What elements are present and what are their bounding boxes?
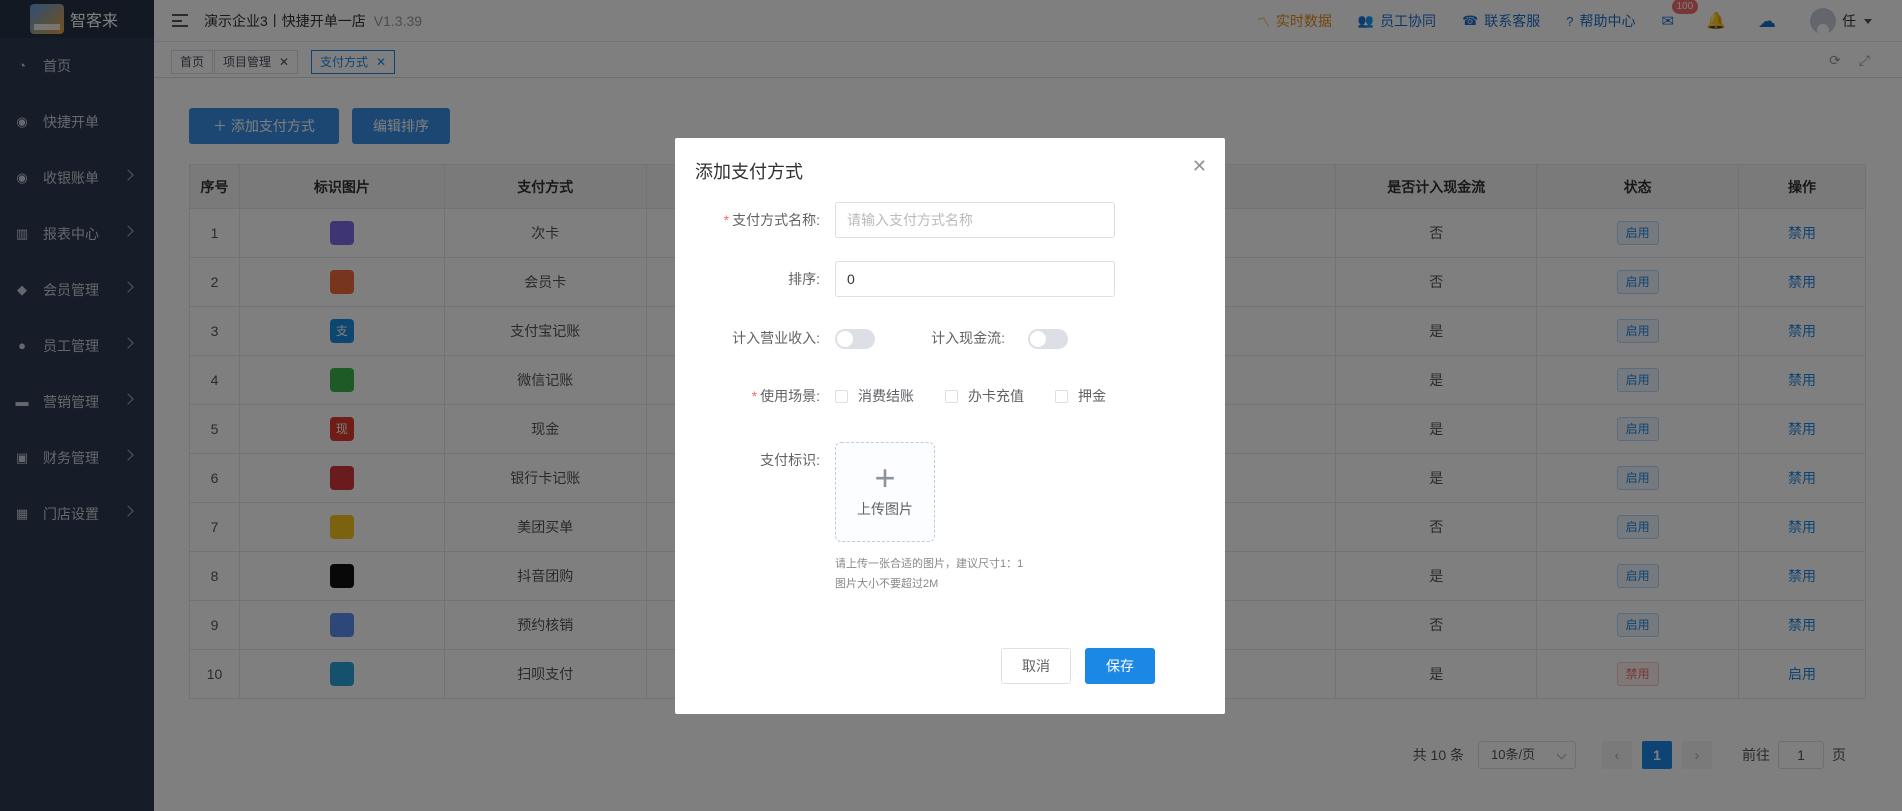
scene-checkbox-checkout[interactable]: 消费结账 <box>835 386 914 406</box>
scene-label: * 使用场景: <box>751 388 820 404</box>
upload-hint-limit: 图片大小不要超过2M <box>835 578 939 590</box>
dialog-title: 添加支付方式 <box>695 162 803 182</box>
close-icon[interactable]: ✕ <box>1192 156 1207 177</box>
icon-label: 支付标识: <box>760 452 820 468</box>
sort-input[interactable]: 0 <box>835 261 1115 297</box>
cashflow-switch[interactable] <box>1028 329 1068 349</box>
upload-hint-size: 请上传一张合适的图片，建议尺寸1：1 <box>835 558 1024 570</box>
upload-text: 上传图片 <box>857 501 913 517</box>
save-button[interactable]: 保存 <box>1085 648 1155 684</box>
upload-area[interactable]: + 上传图片 <box>835 442 935 542</box>
add-payment-dialog: 添加支付方式 ✕ * 支付方式名称: 请输入支付方式名称 排序: 0 计入营业收入… <box>675 138 1225 714</box>
name-label: * 支付方式名称: <box>723 212 820 228</box>
cashflow-label: 计入现金流: <box>931 330 1005 346</box>
name-input[interactable]: 请输入支付方式名称 <box>835 202 1115 238</box>
revenue-label: 计入营业收入: <box>732 330 820 346</box>
plus-icon: + <box>874 457 896 498</box>
sort-label: 排序: <box>788 271 820 287</box>
cancel-button[interactable]: 取消 <box>1001 648 1071 684</box>
scene-checkbox-recharge[interactable]: 办卡充值 <box>945 386 1024 406</box>
scene-checkbox-deposit[interactable]: 押金 <box>1055 386 1106 406</box>
